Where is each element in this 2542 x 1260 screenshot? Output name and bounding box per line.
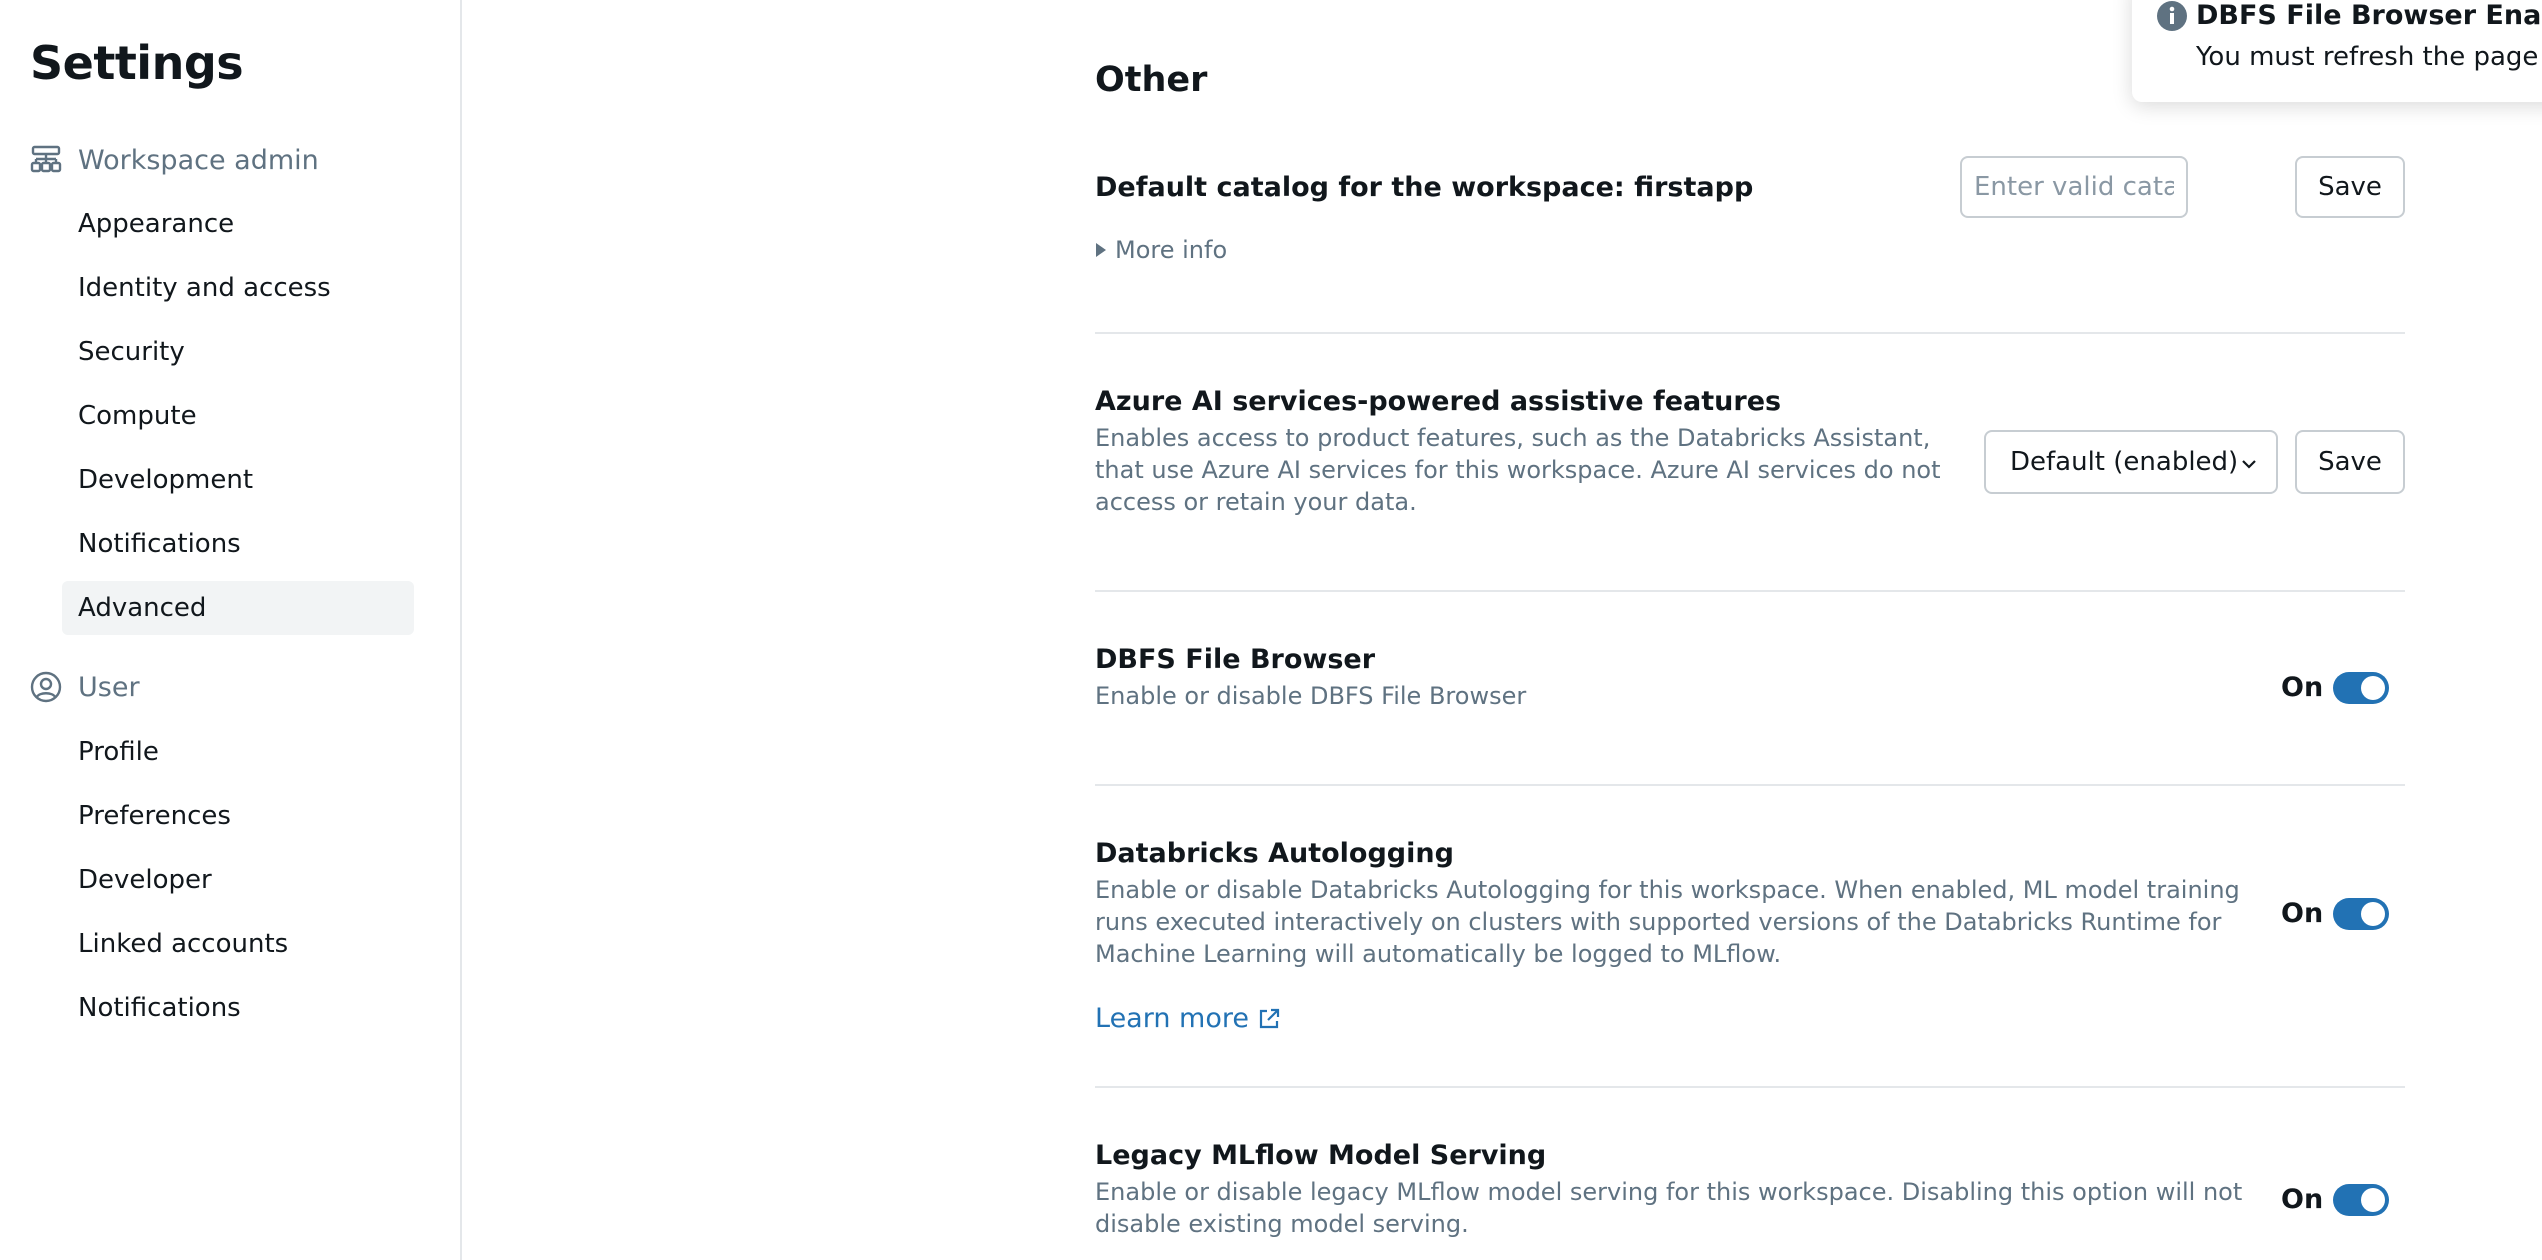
workspace-admin-icon [28,142,64,178]
catalog-save-button[interactable]: Save [2295,156,2405,218]
legacy-mlflow-state-label: On [2281,1184,2324,1215]
divider [1095,1086,2405,1088]
azure-ai-description: Enables access to product features, such… [1095,424,1941,516]
autologging-title: Databricks Autologging [1095,838,1454,869]
nav-linked-accounts[interactable]: Linked accounts [62,917,414,971]
nav-preferences[interactable]: Preferences [62,789,414,843]
nav-compute[interactable]: Compute [62,389,414,443]
more-info-toggle[interactable]: More info [1095,236,1227,264]
nav-user-notifications[interactable]: Notifications [62,981,414,1035]
workspace-admin-header: Workspace admin [28,140,319,180]
nav-advanced[interactable]: Advanced [62,581,414,635]
legacy-mlflow-description: Enable or disable legacy MLflow model se… [1095,1178,2243,1238]
settings-sidebar: Settings Workspace admin Appearance Iden… [0,0,462,1260]
nav-appearance[interactable]: Appearance [62,197,414,251]
notification-toast: DBFS File Browser Enabled You must refre… [2132,0,2542,102]
nav-profile[interactable]: Profile [62,725,414,779]
sidebar-title: Settings [30,36,244,90]
dbfs-state-label: On [2281,672,2324,703]
dbfs-title: DBFS File Browser [1095,644,1376,675]
learn-more-label: Learn more [1095,1003,1249,1034]
azure-ai-title: Azure AI services-powered assistive feat… [1095,386,1782,417]
user-label: User [78,671,140,703]
nav-identity-and-access[interactable]: Identity and access [62,261,414,315]
section-title: Other [1095,60,1208,100]
divider [1095,590,2405,592]
info-icon [2156,0,2188,32]
external-link-icon [1257,1007,1281,1031]
nav-security[interactable]: Security [62,325,414,379]
autologging-state-label: On [2281,898,2324,929]
azure-ai-select-value: Default (enabled) [2010,447,2239,477]
default-catalog-title: Default catalog for the workspace: first… [1095,172,1754,203]
workspace-admin-label: Workspace admin [78,144,319,176]
autologging-description: Enable or disable Databricks Autologging… [1095,876,2240,968]
nav-development[interactable]: Development [62,453,414,507]
legacy-mlflow-title: Legacy MLflow Model Serving [1095,1140,1547,1171]
toast-title: DBFS File Browser Enabled [2196,0,2542,31]
divider [1095,332,2405,334]
dbfs-toggle[interactable] [2333,672,2389,704]
catalog-name-input[interactable] [1960,156,2188,218]
nav-developer[interactable]: Developer [62,853,414,907]
legacy-mlflow-toggle[interactable] [2333,1184,2389,1216]
chevron-down-icon [2240,447,2258,477]
autologging-toggle[interactable] [2333,898,2389,930]
divider [1095,784,2405,786]
nav-workspace-notifications[interactable]: Notifications [62,517,414,571]
dbfs-description: Enable or disable DBFS File Browser [1095,682,1527,710]
user-header: User [28,667,140,707]
azure-ai-save-button[interactable]: Save [2295,430,2405,494]
azure-ai-select[interactable]: Default (enabled) [1984,430,2278,494]
user-circle-icon [28,669,64,705]
caret-right-icon [1095,242,1107,258]
learn-more-link[interactable]: Learn more [1095,1003,1281,1034]
toast-message: You must refresh the page fo [2196,42,2542,72]
more-info-label: More info [1115,236,1228,264]
